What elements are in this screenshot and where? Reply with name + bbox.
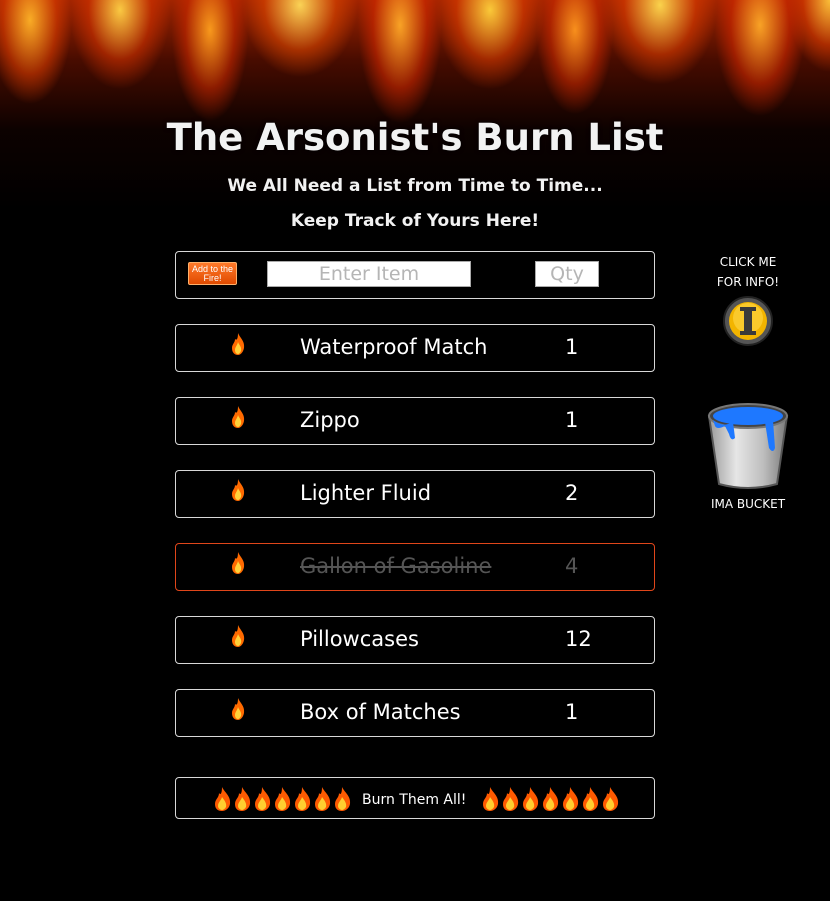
list-item[interactable]: Lighter Fluid 2	[175, 470, 655, 518]
info-prompt-line2: FOR INFO!	[716, 275, 780, 289]
flame-icon	[563, 787, 579, 811]
flame-icon	[232, 625, 245, 647]
flame-row-icon	[212, 786, 352, 812]
item-qty: 1	[565, 700, 579, 724]
flame-icon	[583, 787, 599, 811]
item-name: Box of Matches	[300, 700, 461, 724]
page-subtitle: We All Need a List from Time to Time...	[227, 176, 603, 196]
info-prompt-line1: CLICK ME	[719, 255, 777, 269]
list-item[interactable]: Pillowcases 12	[175, 616, 655, 664]
item-name: Lighter Fluid	[300, 481, 432, 505]
flame-icon	[232, 698, 245, 720]
flame-icon	[483, 787, 499, 811]
item-name: Waterproof Match	[300, 335, 488, 359]
item-input[interactable]	[267, 261, 471, 287]
burn-them-all-button[interactable]: Burn Them All!	[175, 777, 655, 819]
list-item[interactable]: Zippo 1	[175, 397, 655, 445]
info-icon[interactable]	[722, 295, 774, 347]
item-qty: 1	[565, 408, 579, 432]
page-title: The Arsonist's Burn List	[166, 116, 664, 159]
add-to-fire-button[interactable]: Add to the Fire!	[188, 262, 237, 285]
item-qty: 1	[565, 335, 579, 359]
flame-icon	[603, 787, 619, 811]
flame-row-icon	[480, 786, 620, 812]
flame-icon	[232, 406, 245, 428]
list-item[interactable]: Waterproof Match 1	[175, 324, 655, 372]
list-item[interactable]: Box of Matches 1	[175, 689, 655, 737]
flame-icon	[503, 787, 519, 811]
flame-icon	[232, 552, 245, 574]
qty-input[interactable]	[535, 261, 599, 287]
bucket-label: IMA BUCKET	[710, 497, 786, 511]
flame-icon	[255, 787, 271, 811]
item-qty: 4	[565, 554, 579, 578]
flame-icon	[523, 787, 539, 811]
add-item-form: Add to the Fire!	[175, 251, 655, 299]
item-qty: 12	[565, 627, 592, 651]
list-item-burned[interactable]: Gallon of Gasoline 4	[175, 543, 655, 591]
info-prompt[interactable]: CLICK ME FOR INFO!	[704, 252, 792, 292]
page-tagline: Keep Track of Yours Here!	[290, 211, 540, 231]
flame-icon	[235, 787, 251, 811]
flame-icon	[295, 787, 311, 811]
bucket-icon[interactable]	[703, 398, 793, 490]
item-name: Pillowcases	[300, 627, 419, 651]
item-qty: 2	[565, 481, 579, 505]
item-name: Zippo	[300, 408, 360, 432]
flame-icon	[215, 787, 231, 811]
flame-icon	[232, 479, 245, 501]
flame-icon	[275, 787, 291, 811]
flame-icon	[335, 787, 351, 811]
flame-icon	[315, 787, 331, 811]
flame-icon	[232, 333, 245, 355]
item-name: Gallon of Gasoline	[300, 554, 492, 578]
flame-icon	[543, 787, 559, 811]
burn-them-all-label: Burn Them All!	[362, 792, 467, 808]
